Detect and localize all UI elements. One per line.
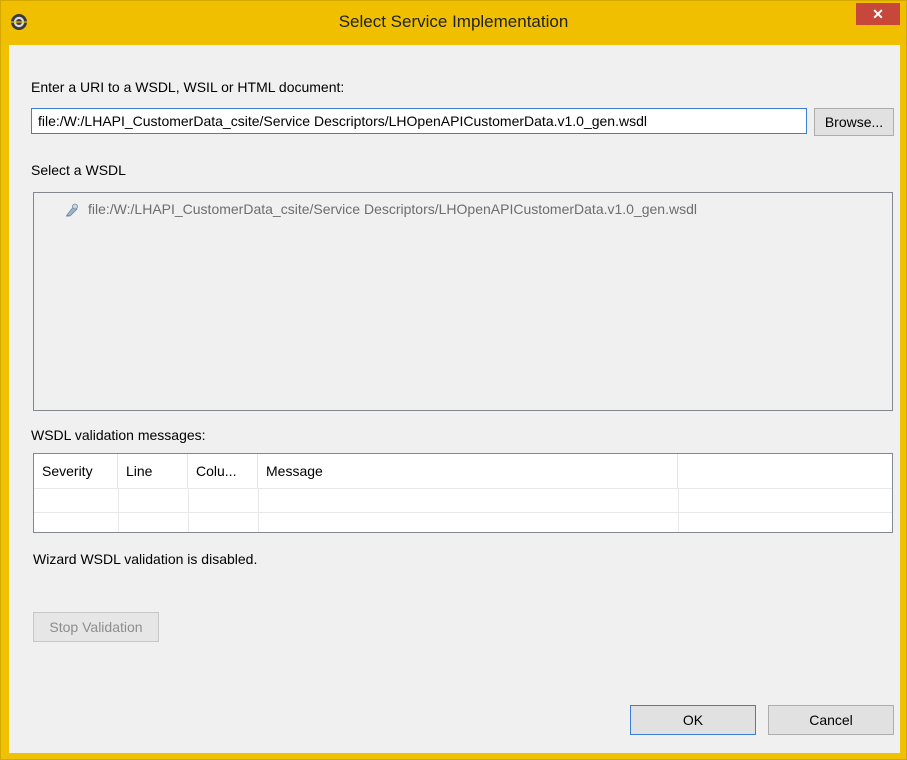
table-row-divider <box>34 488 892 489</box>
title-bar[interactable]: Select Service Implementation ✕ <box>1 1 906 45</box>
table-column-divider <box>258 488 259 532</box>
column-header-severity[interactable]: Severity <box>34 454 118 488</box>
validation-label: WSDL validation messages: <box>31 427 206 443</box>
table-column-divider <box>118 488 119 532</box>
browse-button[interactable]: Browse... <box>814 108 894 136</box>
close-button[interactable]: ✕ <box>856 3 900 25</box>
select-wsdl-label: Select a WSDL <box>31 162 126 178</box>
table-column-divider <box>678 488 679 532</box>
wsdl-tree-item-label: file:/W:/LHAPI_CustomerData_csite/Servic… <box>88 201 697 217</box>
wsdl-file-icon <box>66 203 78 217</box>
dialog-window: Select Service Implementation ✕ Enter a … <box>0 0 907 760</box>
stop-validation-button[interactable]: Stop Validation <box>33 612 159 642</box>
column-header-filler <box>678 454 892 488</box>
cancel-button[interactable]: Cancel <box>768 705 894 735</box>
validation-status-text: Wizard WSDL validation is disabled. <box>33 551 258 567</box>
wsdl-tree[interactable]: file:/W:/LHAPI_CustomerData_csite/Servic… <box>33 192 893 411</box>
dialog-body: Enter a URI to a WSDL, WSIL or HTML docu… <box>9 45 900 753</box>
column-header-line[interactable]: Line <box>118 454 188 488</box>
column-header-message[interactable]: Message <box>258 454 678 488</box>
validation-table[interactable]: Severity Line Colu... Message <box>33 453 893 533</box>
table-row-divider <box>34 512 892 513</box>
column-header-column[interactable]: Colu... <box>188 454 258 488</box>
window-title: Select Service Implementation <box>338 12 569 31</box>
ok-button[interactable]: OK <box>630 705 756 735</box>
table-column-divider <box>188 488 189 532</box>
uri-input[interactable] <box>31 108 807 134</box>
uri-label: Enter a URI to a WSDL, WSIL or HTML docu… <box>31 79 345 95</box>
